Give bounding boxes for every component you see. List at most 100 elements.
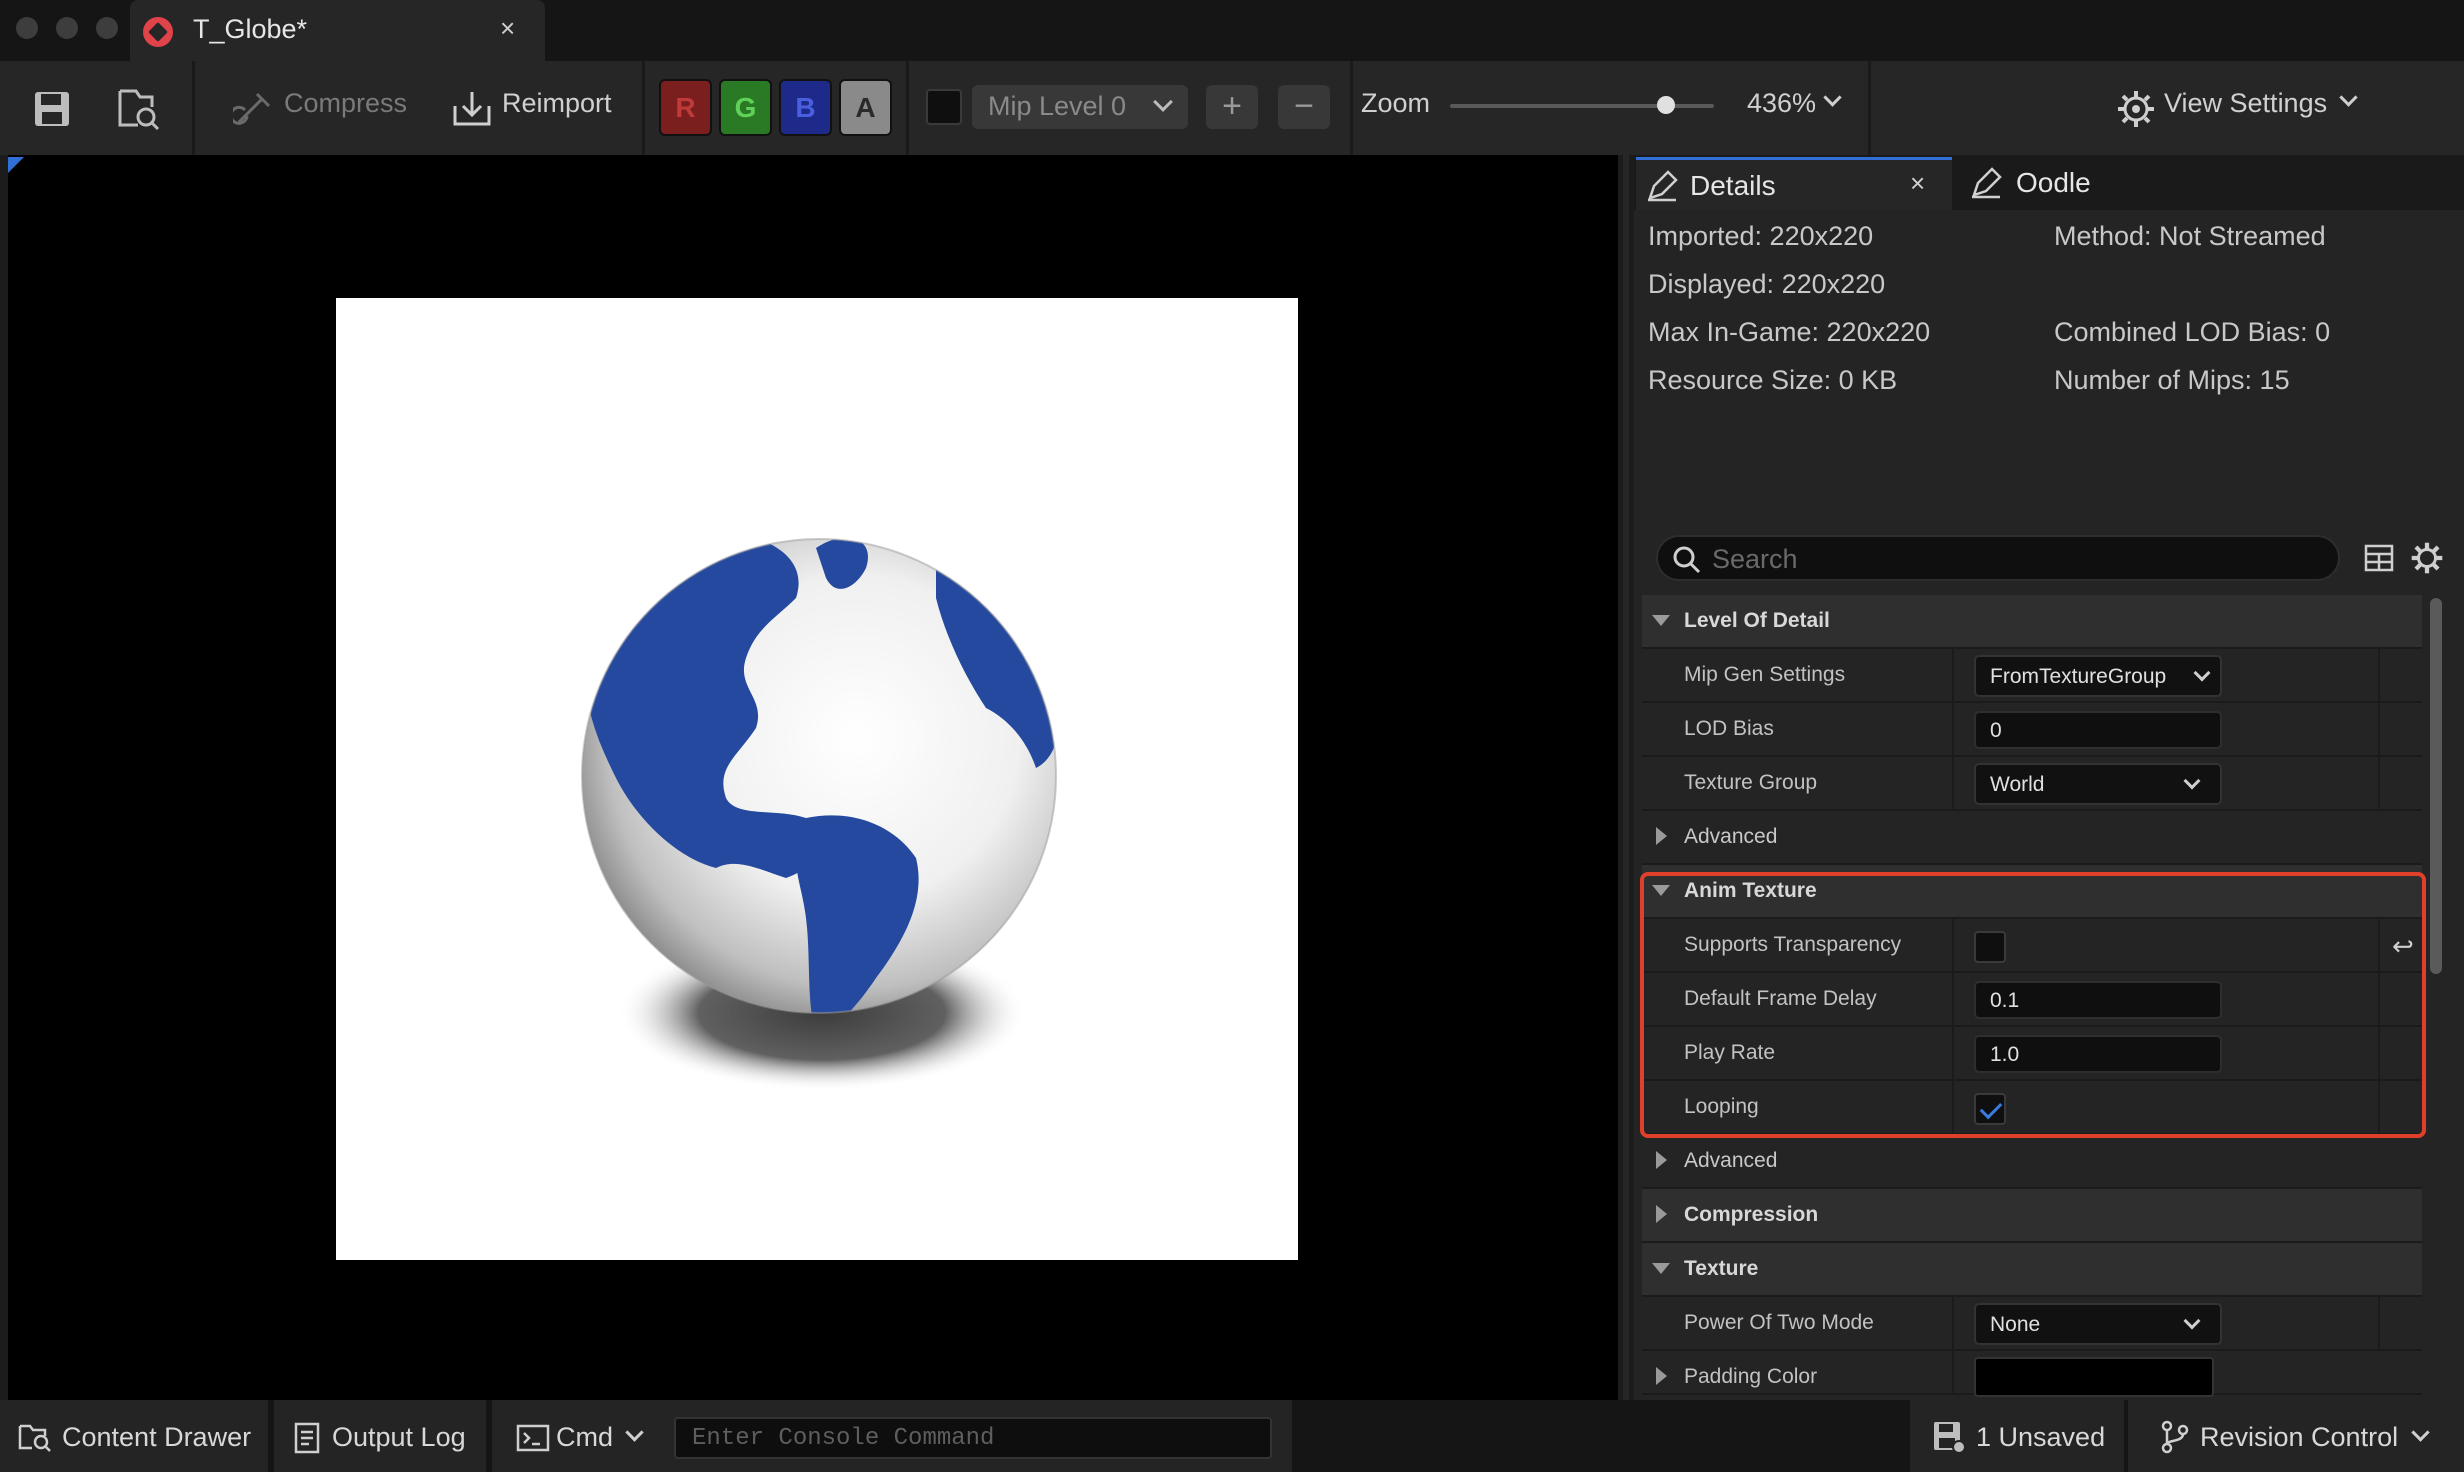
property-play-rate: Play Rate 1.0 (1642, 1027, 2422, 1081)
asset-tab[interactable]: T_Globe* × (130, 0, 545, 61)
details-scrollbar[interactable] (2430, 598, 2442, 974)
revision-chevron-down-icon (2411, 1423, 2430, 1444)
console-placeholder: Enter Console Command (692, 1425, 995, 1452)
dropdown-value: World (1990, 773, 2045, 796)
content-drawer-icon (18, 1424, 51, 1452)
output-log-icon (294, 1422, 320, 1454)
dropdown-value: FromTextureGroup (1990, 665, 2167, 688)
category-label: Anim Texture (1684, 879, 1817, 902)
console-command-input[interactable]: Enter Console Command (674, 1417, 1272, 1459)
unsaved-button[interactable]: 1 Unsaved (1910, 1400, 2124, 1472)
table-view-icon[interactable] (2364, 543, 2394, 573)
info-method: Method: Not Streamed (2054, 221, 2326, 251)
revision-control-button[interactable]: Revision Control (2128, 1400, 2464, 1472)
texture-asset-icon (143, 17, 173, 47)
chevron-down-icon (1153, 92, 1173, 112)
collapsed-arrow-icon (1656, 827, 1667, 845)
zoom-chevron-down-icon[interactable] (1823, 88, 1842, 109)
texture-group-dropdown[interactable]: World (1974, 763, 2222, 805)
property-label: Power Of Two Mode (1684, 1311, 1874, 1334)
tab-oodle[interactable]: Oodle (1966, 157, 2166, 210)
property-label: LOD Bias (1684, 717, 1774, 740)
viewport-corner-marker (8, 157, 24, 173)
category-compression[interactable]: Compression (1642, 1189, 2422, 1243)
reset-to-default-icon[interactable]: ↩ (2392, 931, 2414, 962)
output-log-button[interactable]: Output Log (274, 1400, 486, 1472)
lod-bias-field[interactable]: 0 (1974, 711, 2222, 749)
property-lod-bias: LOD Bias 0 (1642, 703, 2422, 757)
channel-g-toggle[interactable]: G (719, 79, 772, 136)
mip-level-dropdown[interactable]: Mip Level 0 (972, 85, 1188, 129)
oodle-edit-icon (1972, 167, 2002, 199)
play-rate-field[interactable]: 1.0 (1974, 1035, 2222, 1073)
power-of-two-mode-dropdown[interactable]: None (1974, 1303, 2222, 1345)
search-icon (1673, 546, 1701, 574)
category-level-of-detail[interactable]: Level Of Detail (1642, 595, 2422, 649)
search-input[interactable]: Search (1656, 535, 2340, 581)
close-tab-icon[interactable]: × (500, 13, 515, 44)
search-placeholder: Search (1712, 544, 1798, 574)
zoom-value[interactable]: 436% (1747, 88, 1816, 119)
texture-preview (336, 298, 1298, 1260)
revision-control-label: Revision Control (2200, 1422, 2399, 1452)
subcategory-advanced-anim[interactable]: Advanced (1642, 1135, 2422, 1189)
globe-image (581, 538, 1057, 1091)
background-color-swatch[interactable] (926, 89, 962, 125)
category-anim-texture[interactable]: Anim Texture (1642, 865, 2422, 919)
gear-icon[interactable] (2112, 85, 2160, 133)
tab-details[interactable]: Details × (1636, 157, 1952, 210)
info-displayed: Displayed: 220x220 (1648, 269, 1886, 299)
looping-checkbox[interactable] (1974, 1093, 2006, 1125)
padding-color-swatch[interactable] (1974, 1357, 2214, 1397)
reimport-button[interactable]: Reimport (502, 88, 612, 119)
mip-decrease-button[interactable]: − (1278, 85, 1330, 129)
subcategory-label: Advanced (1684, 1149, 1778, 1172)
property-supports-transparency: Supports Transparency ↩ (1642, 919, 2422, 973)
property-padding-color: Padding Color (1642, 1351, 2422, 1397)
content-drawer-button[interactable]: Content Drawer (0, 1400, 268, 1472)
cmd-chevron-down-icon[interactable] (625, 1423, 644, 1444)
reimport-icon[interactable] (448, 85, 496, 133)
field-value: 0 (1990, 719, 2002, 742)
category-texture[interactable]: Texture (1642, 1243, 2422, 1297)
property-label: Supports Transparency (1684, 933, 1902, 956)
mip-level-value: Mip Level 0 (988, 91, 1127, 121)
chevron-down-icon (2183, 772, 2201, 790)
tab-details-label: Details (1690, 170, 1776, 201)
window-zoom-dot[interactable] (96, 17, 118, 39)
panel-tab-strip: Details × Oodle (1634, 155, 2464, 210)
channel-r-toggle[interactable]: R (659, 79, 712, 136)
panel-splitter[interactable] (1618, 155, 1634, 1400)
category-label: Level Of Detail (1684, 609, 1830, 632)
collapsed-arrow-icon (1656, 1205, 1667, 1223)
mip-gen-settings-dropdown[interactable]: FromTextureGroup (1974, 655, 2222, 697)
channel-a-toggle[interactable]: A (839, 79, 892, 136)
zoom-label: Zoom (1361, 88, 1431, 118)
channel-b-toggle[interactable]: B (779, 79, 832, 136)
panel-settings-gear-icon[interactable] (2410, 541, 2444, 575)
window-minimize-dot[interactable] (56, 17, 78, 39)
field-value: 1.0 (1990, 1043, 2020, 1066)
chevron-down-icon (2183, 1312, 2201, 1330)
property-label: Looping (1684, 1095, 1759, 1118)
subcategory-advanced[interactable]: Advanced (1642, 811, 2422, 865)
details-edit-icon (1648, 170, 1678, 202)
property-looping: Looping (1642, 1081, 2422, 1135)
browse-asset-icon[interactable] (114, 85, 162, 133)
cmd-dropdown[interactable]: Cmd (556, 1422, 613, 1453)
info-resource-size: Resource Size: 0 KB (1648, 365, 1898, 395)
subcategory-label: Advanced (1684, 825, 1778, 848)
property-label: Play Rate (1684, 1041, 1776, 1064)
mip-increase-button[interactable]: + (1206, 85, 1258, 129)
view-settings-button[interactable]: View Settings (2164, 88, 2327, 119)
save-icon[interactable] (28, 85, 76, 133)
close-details-icon[interactable]: × (1910, 168, 1925, 199)
property-label: Mip Gen Settings (1684, 663, 1846, 686)
window-close-dot[interactable] (16, 17, 38, 39)
info-max-in-game: Max In-Game: 220x220 (1648, 317, 1931, 347)
supports-transparency-checkbox[interactable] (1974, 931, 2006, 963)
property-label: Padding Color (1684, 1365, 1818, 1388)
default-frame-delay-field[interactable]: 0.1 (1974, 981, 2222, 1019)
category-label: Texture (1684, 1257, 1759, 1280)
property-texture-group: Texture Group World (1642, 757, 2422, 811)
